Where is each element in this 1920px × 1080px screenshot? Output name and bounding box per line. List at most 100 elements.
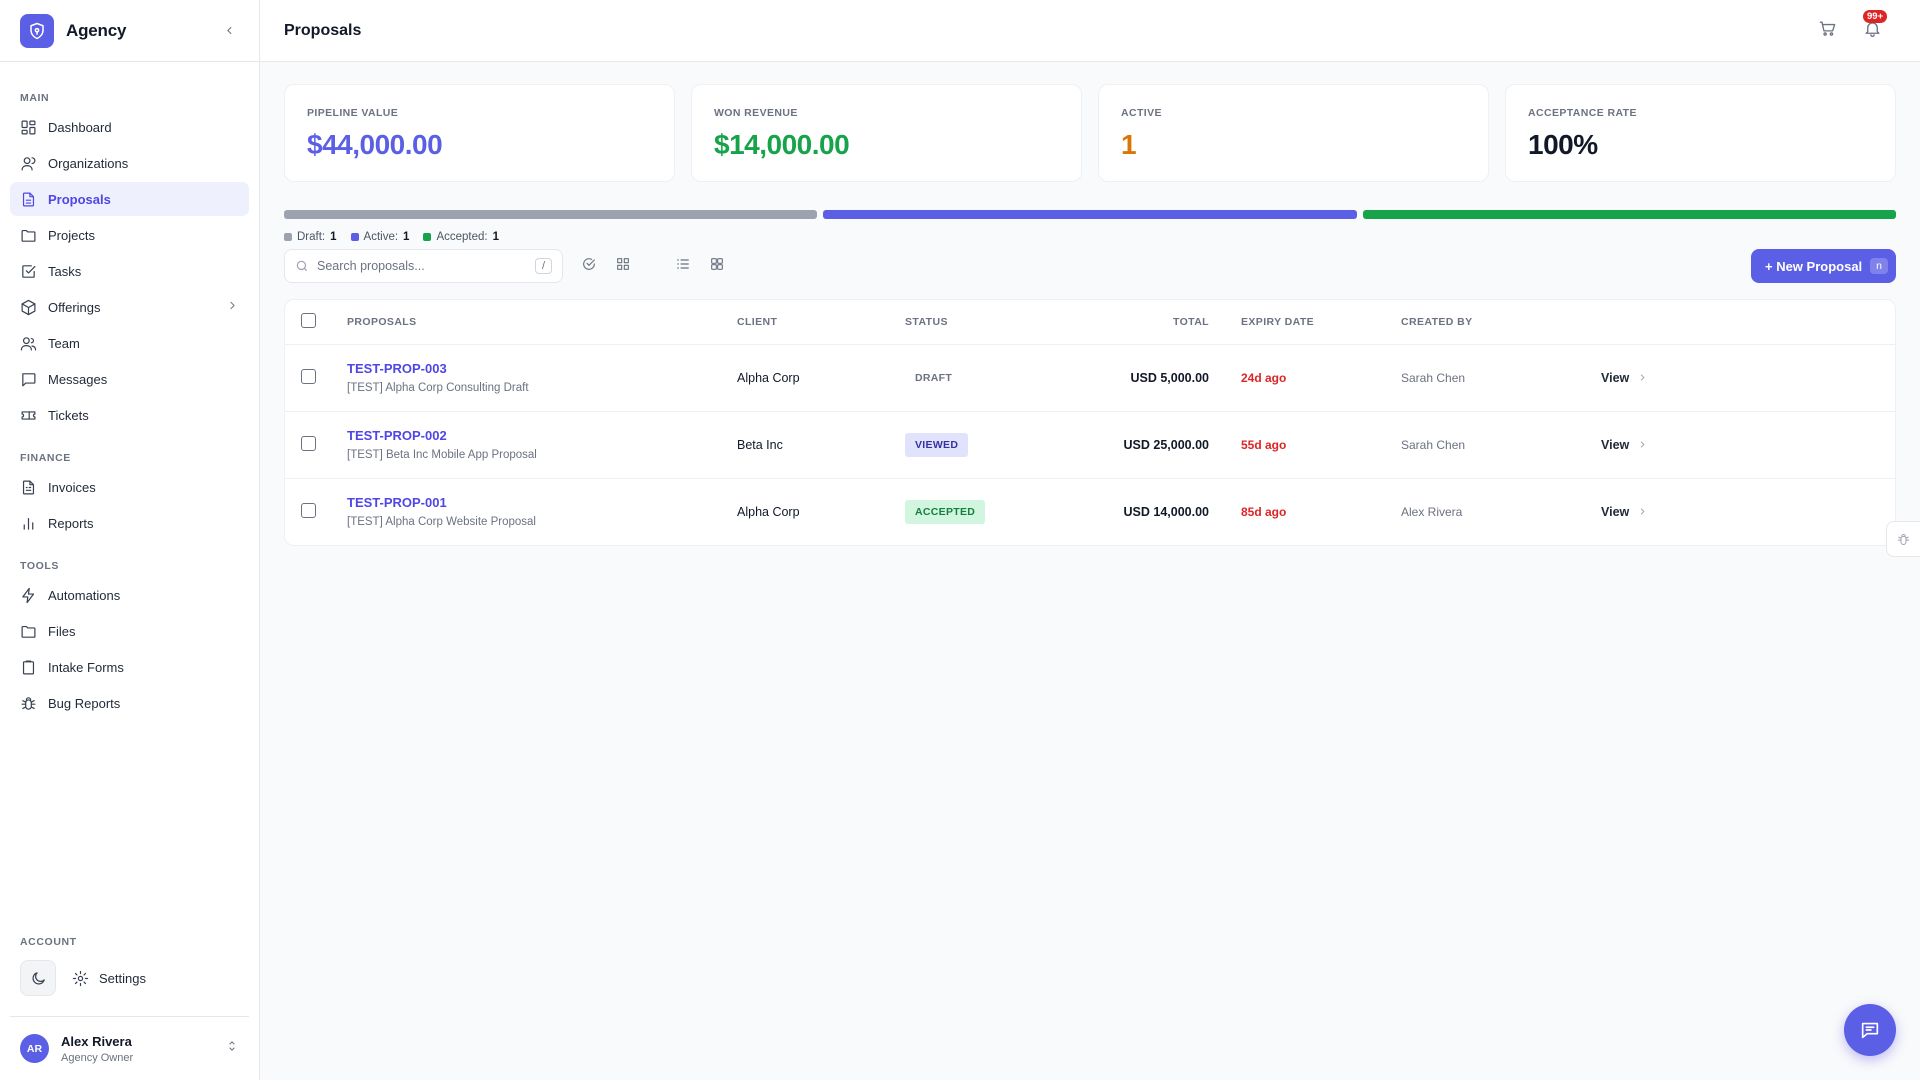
select-all-checkbox[interactable] — [301, 312, 316, 328]
action-cell: View — [1601, 411, 1895, 479]
stat-value: $44,000.00 — [307, 129, 443, 160]
view-button[interactable]: View — [1601, 371, 1648, 385]
proposal-cell: TEST-PROP-002 [TEST] Beta Inc Mobile App… — [347, 411, 737, 479]
sidebar-item-files[interactable]: Files — [10, 614, 249, 648]
sidebar-item-team[interactable]: Team — [10, 326, 249, 360]
bar-chart-icon — [23, 517, 34, 530]
table-row[interactable]: TEST-PROP-001 [TEST] Alpha Corp Website … — [285, 478, 1895, 545]
column-header-status[interactable]: STATUS — [905, 300, 1085, 345]
proposal-id-link[interactable]: TEST-PROP-001 — [347, 495, 737, 510]
chat-button[interactable] — [1844, 1004, 1896, 1056]
sidebar-item-label: Invoices — [48, 479, 96, 495]
row-checkbox[interactable] — [301, 435, 316, 451]
table-row[interactable]: TEST-PROP-003 [TEST] Alpha Corp Consulti… — [285, 344, 1895, 412]
row-checkbox[interactable] — [301, 368, 316, 384]
client-cell: Alpha Corp — [737, 504, 800, 519]
sidebar-item-tickets[interactable]: Tickets — [10, 398, 249, 432]
select-mode-button[interactable] — [581, 256, 597, 277]
sidebar-item-messages[interactable]: Messages — [10, 362, 249, 396]
settings-label: Settings — [99, 970, 146, 986]
expiry-date: 55d ago — [1241, 437, 1287, 452]
chevron-right-icon — [226, 299, 239, 315]
proposal-id-link[interactable]: TEST-PROP-002 — [347, 428, 737, 443]
board-view-button[interactable] — [709, 256, 725, 277]
action-cell: View — [1601, 478, 1895, 545]
sidebar-item-label: Projects — [48, 227, 95, 243]
column-header-expiry[interactable]: EXPIRY DATE — [1209, 300, 1401, 345]
view-button[interactable]: View — [1601, 438, 1648, 452]
view-label: View — [1601, 370, 1630, 385]
theme-toggle-button[interactable] — [20, 960, 56, 996]
column-header-client[interactable]: CLIENT — [737, 300, 905, 345]
proposal-name: [TEST] Alpha Corp Consulting Draft — [347, 382, 529, 394]
sidebar-item-reports[interactable]: Reports — [10, 506, 249, 540]
search-input[interactable] — [317, 259, 535, 273]
sidebar-item-invoices[interactable]: Invoices — [10, 470, 249, 504]
sidebar-item-label: Offerings — [48, 299, 101, 315]
chevron-right-icon — [1641, 508, 1645, 515]
sidebar-item-projects[interactable]: Projects — [10, 218, 249, 252]
table-row[interactable]: TEST-PROP-002 [TEST] Beta Inc Mobile App… — [285, 411, 1895, 479]
dashboard-icon — [21, 120, 36, 134]
collapse-sidebar-button[interactable] — [219, 21, 239, 41]
grid-view-button[interactable] — [615, 256, 631, 277]
sidebar-item-proposals[interactable]: Proposals — [10, 182, 249, 216]
sidebar-item-label: Files — [48, 623, 76, 639]
total-cell: USD 14,000.00 — [1123, 504, 1209, 519]
new-proposal-label: + New Proposal — [1764, 258, 1863, 274]
sidebar-item-automations[interactable]: Automations — [10, 578, 249, 612]
status-badge: VIEWED — [905, 432, 969, 457]
column-header-created-by[interactable]: CREATED BY — [1401, 300, 1601, 345]
list-view-button[interactable] — [675, 256, 691, 277]
sidebar-item-bug-reports[interactable]: Bug Reports — [10, 686, 249, 720]
stat-card-active: ACTIVE 1 — [1098, 84, 1489, 182]
board-icon — [711, 257, 723, 270]
total-cell: USD 5,000.00 — [1085, 344, 1209, 412]
section-label-account: ACCOUNT — [20, 936, 77, 948]
bug-icon — [21, 696, 36, 710]
proposal-id-link[interactable]: TEST-PROP-003 — [347, 361, 737, 376]
pipeline-progress-bar — [284, 210, 1896, 219]
sidebar-item-intake-forms[interactable]: Intake Forms — [10, 650, 249, 684]
list-icon — [677, 258, 689, 269]
stat-label: ACTIVE — [1121, 107, 1162, 119]
new-proposal-button[interactable]: + New Proposal n — [1750, 249, 1896, 283]
folder-icon — [21, 625, 36, 638]
message-icon — [22, 372, 36, 386]
finance-nav: Invoices Reports — [0, 470, 259, 540]
sidebar-item-organizations[interactable]: Organizations — [10, 146, 249, 180]
notifications-button[interactable]: 99+ — [1863, 9, 1888, 43]
column-header-total[interactable]: TOTAL — [1085, 300, 1209, 345]
sidebar-item-label: Automations — [48, 587, 121, 603]
proposals-table: PROPOSALS CLIENT STATUS TOTAL EXPIRY DAT… — [285, 300, 1895, 545]
sidebar-item-offerings[interactable]: Offerings — [10, 290, 249, 324]
row-checkbox[interactable] — [301, 502, 316, 518]
main-content: Proposals 99+ PIPELINE VALUE $44,000.00 … — [260, 0, 1920, 1080]
cart-button[interactable] — [1818, 19, 1837, 43]
user-name: Alex Rivera — [61, 1033, 132, 1049]
column-header-proposals[interactable]: PROPOSALS — [347, 300, 737, 345]
creator-name: Sarah Chen — [1401, 370, 1466, 385]
settings-link[interactable]: Settings — [72, 970, 146, 987]
user-menu[interactable]: AR Alex Rivera Agency Owner — [10, 1016, 249, 1080]
moon-icon — [32, 971, 45, 984]
bug-report-tab[interactable] — [1886, 521, 1920, 557]
checkbox-icon — [22, 264, 36, 278]
clipboard-icon — [22, 660, 35, 674]
proposal-cell: TEST-PROP-003 [TEST] Alpha Corp Consulti… — [347, 344, 737, 412]
sidebar-item-label: Messages — [48, 371, 108, 387]
row-select-cell — [285, 411, 347, 479]
brand-name: Agency — [66, 20, 127, 40]
user-role: Agency Owner — [61, 1051, 134, 1064]
proposal-name: [TEST] Alpha Corp Website Proposal — [347, 516, 536, 529]
section-label-finance: FINANCE — [20, 452, 71, 464]
topbar-actions: 99+ — [1818, 9, 1888, 43]
sidebar-item-label: Organizations — [48, 155, 129, 171]
client-cell: Beta Inc — [737, 411, 905, 479]
legend-item-draft: Draft: 1 — [284, 231, 337, 243]
view-button[interactable]: View — [1601, 505, 1648, 519]
sidebar-item-dashboard[interactable]: Dashboard — [10, 110, 249, 144]
team-icon — [20, 336, 37, 350]
sidebar-item-tasks[interactable]: Tasks — [10, 254, 249, 288]
expiry-date: 85d ago — [1241, 504, 1287, 519]
